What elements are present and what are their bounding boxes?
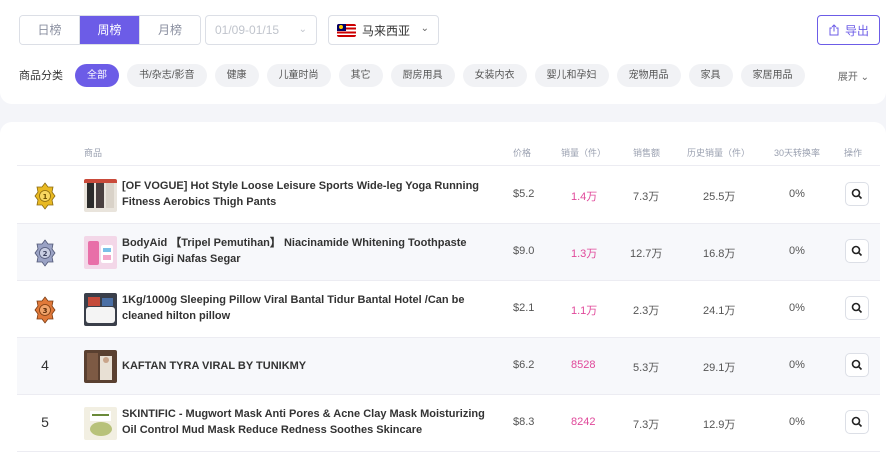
table-row[interactable]: 1 [OF VOGUE] Hot Style Loose Leisure Spo… bbox=[17, 167, 880, 224]
expand-toggle[interactable]: 展开 ⌄ bbox=[838, 68, 869, 83]
price: $2.1 bbox=[513, 302, 535, 314]
tab-daily[interactable]: 日榜 bbox=[20, 16, 80, 44]
price: $5.2 bbox=[513, 188, 535, 200]
category-chip-kids-fashion[interactable]: 儿童时尚 bbox=[266, 63, 331, 87]
date-range-value: 01/09-01/15 bbox=[215, 23, 280, 37]
header-product: 商品 bbox=[84, 148, 103, 158]
conversion-rate: 0% bbox=[789, 188, 805, 200]
product-name[interactable]: 1Kg/1000g Sleeping Pillow Viral Bantal T… bbox=[122, 292, 494, 324]
product-thumbnail[interactable] bbox=[84, 293, 117, 326]
product-thumbnail[interactable] bbox=[84, 350, 117, 383]
header-revenue: 销售额 bbox=[633, 148, 661, 158]
price: $8.3 bbox=[513, 416, 535, 428]
export-icon bbox=[829, 24, 839, 36]
revenue: 5.3万 bbox=[633, 362, 660, 374]
product-name[interactable]: KAFTAN TYRA VIRAL BY TUNIKMY bbox=[122, 358, 494, 374]
period-tabs: 日榜 周榜 月榜 bbox=[19, 15, 201, 45]
header-history-sales: 历史销量（件） bbox=[687, 148, 751, 158]
date-range-select[interactable]: 01/09-01/15 ⌄ bbox=[205, 15, 317, 45]
chevron-down-icon: ⌄ bbox=[298, 24, 307, 35]
view-detail-button[interactable] bbox=[845, 182, 869, 206]
rank-number: 4 bbox=[41, 357, 49, 373]
category-chip-furniture[interactable]: 家具 bbox=[688, 63, 733, 87]
table-header: 商品 价格 销量（件） 销售额 历史销量（件） 30天转换率 操作 bbox=[17, 139, 880, 166]
export-label: 导出 bbox=[844, 23, 869, 38]
header-action: 操作 bbox=[844, 148, 863, 158]
table-row[interactable]: 5 SKINTIFIC - Mugwort Mask Anti Pores & … bbox=[17, 395, 880, 452]
country-select[interactable]: 马来西亚 ⌄ bbox=[328, 15, 439, 45]
search-icon bbox=[851, 188, 863, 200]
product-thumbnail[interactable] bbox=[84, 407, 117, 440]
table-row[interactable]: 2 BodyAid 【Tripel Pemutihan】 Niacinamide… bbox=[17, 224, 880, 281]
category-chip-all[interactable]: 全部 bbox=[75, 63, 119, 87]
category-chip-womens-underwear[interactable]: 女装内衣 bbox=[462, 63, 527, 87]
view-detail-button[interactable] bbox=[845, 296, 869, 320]
view-detail-button[interactable] bbox=[845, 353, 869, 377]
table-row[interactable]: 3 1Kg/1000g Sleeping Pillow Viral Bantal… bbox=[17, 281, 880, 338]
category-filter: 商品分类 全部 书/杂志/影音 健康 儿童时尚 其它 厨房用具 女装内衣 婴儿和… bbox=[19, 63, 869, 87]
search-icon bbox=[851, 416, 863, 428]
tab-monthly[interactable]: 月榜 bbox=[140, 16, 200, 44]
svg-text:3: 3 bbox=[43, 307, 48, 315]
revenue: 7.3万 bbox=[633, 419, 660, 431]
history-sales: 16.8万 bbox=[703, 248, 736, 260]
silver-medal-icon: 2 bbox=[34, 239, 56, 267]
rank-number: 5 bbox=[41, 414, 49, 430]
svg-text:2: 2 bbox=[43, 250, 48, 258]
bronze-medal-icon: 3 bbox=[34, 296, 56, 324]
revenue: 12.7万 bbox=[630, 248, 663, 260]
filter-panel: 日榜 周榜 月榜 01/09-01/15 ⌄ 马来西亚 ⌄ 导出 商品分类 全部… bbox=[0, 0, 886, 104]
revenue: 2.3万 bbox=[633, 305, 660, 317]
product-name[interactable]: BodyAid 【Tripel Pemutihan】 Niacinamide W… bbox=[122, 235, 494, 267]
history-sales: 29.1万 bbox=[703, 362, 736, 374]
chevron-down-icon: ⌄ bbox=[860, 71, 869, 83]
sales: 1.4万 bbox=[571, 191, 598, 203]
search-icon bbox=[851, 302, 863, 314]
category-chip-books[interactable]: 书/杂志/影音 bbox=[127, 63, 207, 87]
sales: 8528 bbox=[571, 359, 596, 371]
tab-weekly[interactable]: 周榜 bbox=[80, 16, 140, 44]
header-conversion: 30天转换率 bbox=[774, 148, 821, 158]
conversion-rate: 0% bbox=[789, 245, 805, 257]
history-sales: 25.5万 bbox=[703, 191, 736, 203]
view-detail-button[interactable] bbox=[845, 239, 869, 263]
price: $9.0 bbox=[513, 245, 535, 257]
history-sales: 24.1万 bbox=[703, 305, 736, 317]
chevron-down-icon: ⌄ bbox=[420, 23, 429, 34]
product-name[interactable]: SKINTIFIC - Mugwort Mask Anti Pores & Ac… bbox=[122, 406, 494, 438]
sales: 8242 bbox=[571, 416, 596, 428]
product-name[interactable]: [OF VOGUE] Hot Style Loose Leisure Sport… bbox=[122, 178, 494, 210]
header-price: 价格 bbox=[513, 148, 532, 158]
category-title: 商品分类 bbox=[19, 70, 63, 82]
malaysia-flag-icon bbox=[337, 23, 356, 37]
conversion-rate: 0% bbox=[789, 302, 805, 314]
gold-medal-icon: 1 bbox=[34, 182, 56, 210]
sales: 1.1万 bbox=[571, 305, 598, 317]
history-sales: 12.9万 bbox=[703, 419, 736, 431]
revenue: 7.3万 bbox=[633, 191, 660, 203]
category-chip-health[interactable]: 健康 bbox=[214, 63, 259, 87]
conversion-rate: 0% bbox=[789, 416, 805, 428]
table-row[interactable]: 4 KAFTAN TYRA VIRAL BY TUNIKMY $6.2 8528… bbox=[17, 338, 880, 395]
category-chip-kitchen[interactable]: 厨房用具 bbox=[390, 63, 455, 87]
product-thumbnail[interactable] bbox=[84, 236, 117, 269]
search-icon bbox=[851, 245, 863, 257]
category-chip-baby-maternity[interactable]: 婴儿和孕妇 bbox=[534, 63, 609, 87]
category-chip-other[interactable]: 其它 bbox=[338, 63, 383, 87]
product-thumbnail[interactable] bbox=[84, 179, 117, 212]
view-detail-button[interactable] bbox=[845, 410, 869, 434]
search-icon bbox=[851, 359, 863, 371]
conversion-rate: 0% bbox=[789, 359, 805, 371]
category-chip-pet[interactable]: 宠物用品 bbox=[616, 63, 681, 87]
country-label: 马来西亚 bbox=[362, 23, 411, 38]
export-button[interactable]: 导出 bbox=[817, 15, 880, 45]
header-sales: 销量（件） bbox=[561, 148, 607, 158]
price: $6.2 bbox=[513, 359, 535, 371]
sales: 1.3万 bbox=[571, 248, 598, 260]
category-chip-home[interactable]: 家居用品 bbox=[740, 63, 805, 87]
ranking-table: 商品 价格 销量（件） 销售额 历史销量（件） 30天转换率 操作 1 [OF … bbox=[0, 122, 886, 453]
svg-text:1: 1 bbox=[43, 193, 48, 201]
